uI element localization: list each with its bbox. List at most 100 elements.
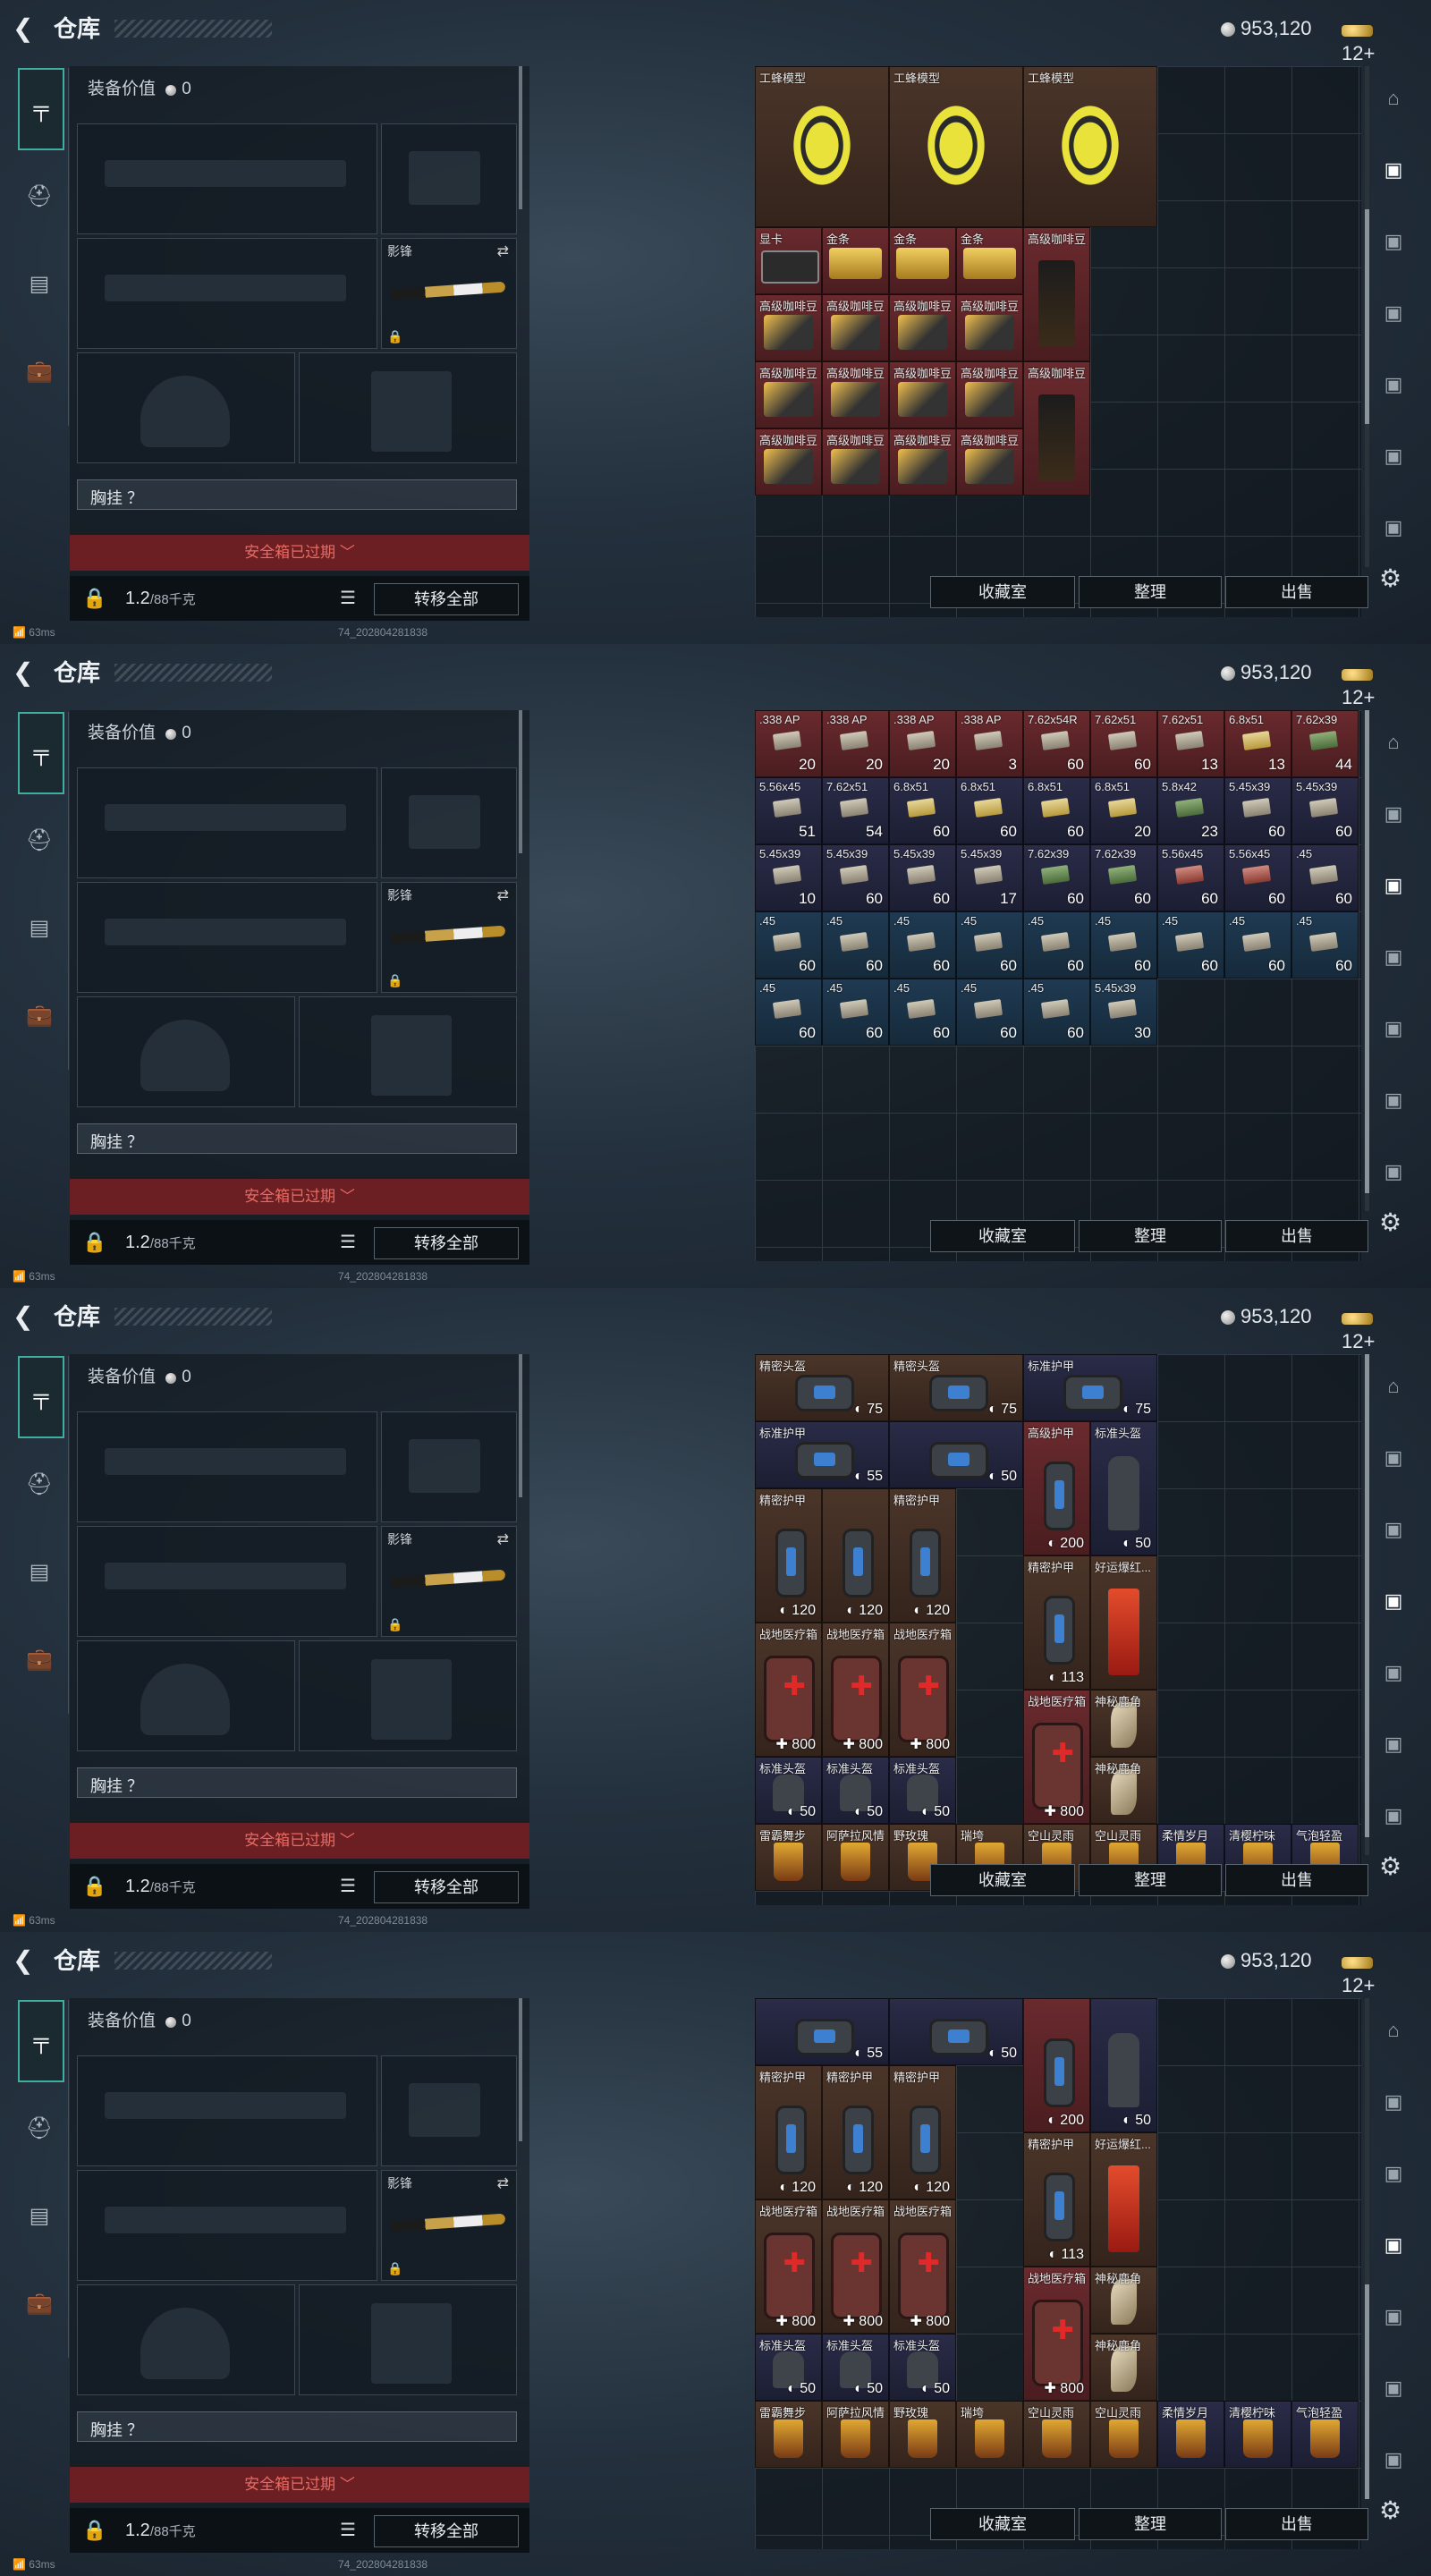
sort-button[interactable]: 整理	[1079, 1864, 1222, 1896]
stash-tab-6[interactable]: ▣	[1376, 2444, 1411, 2476]
stash-item[interactable]: 标准头盔 ◐ 50	[889, 1757, 956, 1824]
stash-item[interactable]: 工蜂模型	[1023, 66, 1157, 227]
nav-helmet-tab[interactable]: ⛑	[18, 819, 61, 862]
back-arrow-icon[interactable]: ❮	[13, 1301, 38, 1333]
nav-vest-tab[interactable]: ▤	[18, 1551, 61, 1594]
stash-item[interactable]: 高级咖啡豆	[822, 294, 889, 361]
back-arrow-icon[interactable]: ❮	[13, 657, 38, 689]
stash-item[interactable]: 标准头盔 ◐ 50	[755, 1757, 822, 1824]
stash-item[interactable]: 精密护甲 ◐ 120	[889, 1488, 956, 1623]
safe-box-expired-banner[interactable]: 安全箱已过期 ﹀	[70, 1823, 529, 1859]
stash-scrollbar[interactable]	[1365, 1354, 1369, 1855]
stash-item[interactable]: 高级咖啡豆	[889, 428, 956, 496]
stash-item[interactable]: ◐ 120	[822, 1488, 889, 1623]
chest-rig-slot[interactable]: 胸挂 ？	[77, 2411, 517, 2442]
stash-item[interactable]: 战地医疗箱 ✚ 800	[889, 1623, 956, 1757]
stash-item[interactable]: 高级咖啡豆	[956, 294, 1023, 361]
stash-item[interactable]: 高级咖啡豆	[755, 294, 822, 361]
stash-item[interactable]: 6.8x51 60	[956, 777, 1023, 844]
stash-item[interactable]: 高级咖啡豆	[889, 361, 956, 428]
gear-icon[interactable]: ⚙	[1379, 564, 1401, 593]
nav-weapon-tab[interactable]: ╤	[18, 68, 64, 150]
back-arrow-icon[interactable]: ❮	[13, 1945, 38, 1977]
equipment-scrollbar[interactable]	[519, 1998, 522, 2141]
stash-item[interactable]: .45 60	[1023, 979, 1090, 1046]
stash-item[interactable]: 7.62x39 60	[1023, 844, 1090, 911]
stash-item[interactable]: 标准头盔 ◐ 50	[889, 2334, 956, 2401]
stash-item[interactable]: 气泡轻盈	[1291, 2401, 1359, 2468]
stash-item[interactable]: .45 60	[956, 979, 1023, 1046]
stash-item[interactable]: 精密护甲 ◐ 120	[822, 2065, 889, 2199]
stash-item[interactable]: 标准护甲 ◐ 55	[755, 1421, 889, 1488]
gear-icon[interactable]: ⚙	[1379, 1208, 1401, 1237]
stash-tab-1[interactable]: ▣	[1376, 154, 1411, 186]
melee-slot[interactable]: 影锋 ⇄ 🔒	[381, 1526, 517, 1637]
stash-item[interactable]: 5.45x39 10	[755, 844, 822, 911]
stash-item[interactable]: 5.8x42 23	[1157, 777, 1224, 844]
melee-slot[interactable]: 影锋 ⇄ 🔒	[381, 882, 517, 993]
stash-item[interactable]: ◐ 50	[889, 1998, 1023, 2065]
stash-item[interactable]: .45 60	[822, 979, 889, 1046]
stash-item[interactable]: 6.8x51 13	[1224, 710, 1291, 777]
armor-slot[interactable]	[299, 352, 517, 463]
stash-item[interactable]: 金条	[956, 227, 1023, 294]
nav-vest-tab[interactable]: ▤	[18, 907, 61, 950]
stash-item[interactable]: .45 60	[755, 911, 822, 979]
swap-icon[interactable]: ⇄	[497, 1530, 509, 1548]
stash-scroll-thumb[interactable]	[1365, 2284, 1369, 2499]
stash-item[interactable]: .45 60	[1291, 911, 1359, 979]
stash-item[interactable]: 雷霸舞步	[755, 1824, 822, 1891]
stash-item[interactable]: 野玫瑰	[889, 2401, 956, 2468]
stash-item[interactable]: 高级咖啡豆	[1023, 227, 1090, 361]
primary-weapon-slot[interactable]	[77, 767, 377, 878]
nav-weapon-tab[interactable]: ╤	[18, 2000, 64, 2082]
stash-tab-6[interactable]: ▣	[1376, 1800, 1411, 1832]
stash-item[interactable]: 6.8x51 20	[1090, 777, 1157, 844]
gold-currency[interactable]: 12+	[1342, 1304, 1380, 1352]
stash-item[interactable]: .338 AP 20	[755, 710, 822, 777]
stash-tab-3[interactable]: ▣	[1376, 1585, 1411, 1617]
safe-box-expired-banner[interactable]: 安全箱已过期 ﹀	[70, 1179, 529, 1215]
stash-item[interactable]: 高级咖啡豆	[755, 428, 822, 496]
sell-button[interactable]: 出售	[1225, 1864, 1368, 1896]
stash-item[interactable]: .338 AP 20	[889, 710, 956, 777]
stash-scroll-thumb[interactable]	[1365, 209, 1369, 424]
chest-rig-slot[interactable]: 胸挂 ？	[77, 1767, 517, 1798]
collection-room-button[interactable]: 收藏室	[930, 1220, 1075, 1252]
secondary-weapon-slot[interactable]	[77, 2170, 377, 2281]
nav-bag-tab[interactable]: 💼	[18, 995, 61, 1038]
transfer-all-button[interactable]: 转移全部	[374, 1227, 519, 1259]
stash-item[interactable]: 精密护甲 ◐ 120	[889, 2065, 956, 2199]
stash-item[interactable]: 6.8x51 60	[1023, 777, 1090, 844]
stash-item[interactable]: 5.45x39 17	[956, 844, 1023, 911]
nav-vest-tab[interactable]: ▤	[18, 2195, 61, 2238]
stash-item[interactable]: 7.62x39 60	[1090, 844, 1157, 911]
stash-tab-4[interactable]: ▣	[1376, 369, 1411, 401]
stash-item[interactable]: 工蜂模型	[889, 66, 1023, 227]
stash-item[interactable]: 空山灵雨	[1023, 2401, 1090, 2468]
stash-tab-6[interactable]: ▣	[1376, 512, 1411, 544]
stash-tab-6[interactable]: ▣	[1376, 1156, 1411, 1188]
stash-scroll-thumb[interactable]	[1365, 1354, 1369, 1837]
swap-icon[interactable]: ⇄	[497, 886, 509, 904]
stash-item[interactable]: 神秘鹿角	[1090, 2334, 1157, 2401]
stash-item[interactable]: .45 60	[889, 979, 956, 1046]
stash-item[interactable]: 高级护甲 ◐ 200	[1023, 1421, 1090, 1555]
helmet-slot[interactable]	[77, 352, 295, 463]
gold-currency[interactable]: 12+	[1342, 1948, 1380, 1996]
stash-tab-2[interactable]: ▣	[1376, 1513, 1411, 1546]
stash-tab-5[interactable]: ▣	[1376, 1084, 1411, 1116]
stash-item[interactable]: .45 60	[822, 911, 889, 979]
stash-item[interactable]: 7.62x51 54	[822, 777, 889, 844]
pistol-slot[interactable]	[381, 767, 517, 878]
safe-box-expired-banner[interactable]: 安全箱已过期 ﹀	[70, 2467, 529, 2503]
sell-button[interactable]: 出售	[1225, 576, 1368, 608]
list-icon[interactable]: ☰	[340, 1875, 356, 1897]
list-icon[interactable]: ☰	[340, 1231, 356, 1253]
stash-item[interactable]: ◐ 50	[889, 1421, 1023, 1488]
stash-item[interactable]: 雷霸舞步	[755, 2401, 822, 2468]
primary-weapon-slot[interactable]	[77, 1411, 377, 1522]
swap-icon[interactable]: ⇄	[497, 2174, 509, 2192]
nav-bag-tab[interactable]: 💼	[18, 351, 61, 394]
nav-helmet-tab[interactable]: ⛑	[18, 2107, 61, 2150]
